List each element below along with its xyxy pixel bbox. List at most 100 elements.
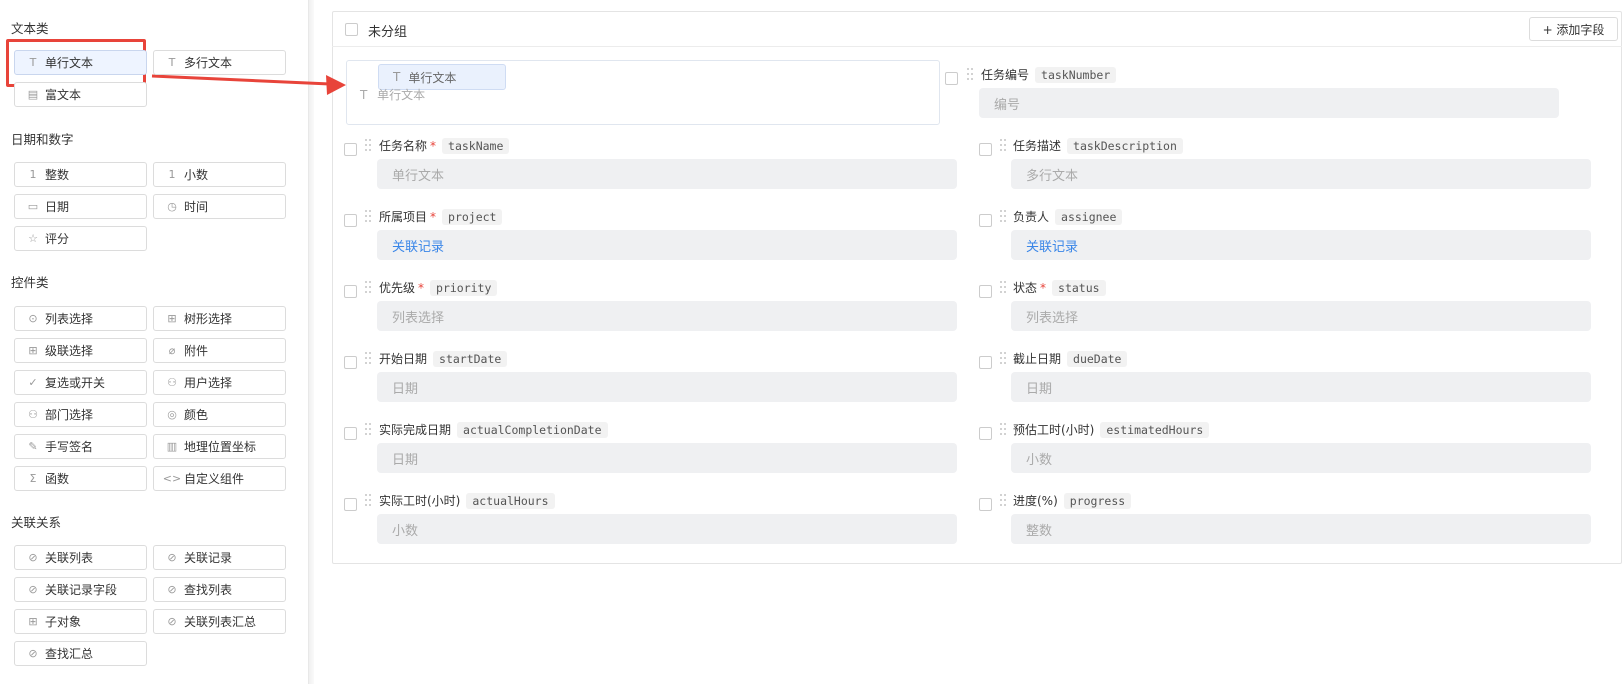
palette-item[interactable]: ⊞ 树形选择 — [153, 306, 286, 331]
palette-item[interactable]: ◎ 颜色 — [153, 402, 286, 427]
field-input[interactable]: 多行文本 — [1011, 159, 1591, 189]
field-select-checkbox[interactable] — [344, 143, 357, 156]
field-label: 实际工时(小时) actualHours — [379, 492, 555, 509]
palette-item[interactable]: ⊘ 查找列表 — [153, 577, 286, 602]
palette-item[interactable]: ⊘ 关联列表 — [14, 545, 147, 570]
drag-handle-icon[interactable] — [1000, 210, 1006, 224]
drag-handle-icon[interactable] — [365, 494, 371, 508]
field-select-checkbox[interactable] — [344, 285, 357, 298]
palette-item[interactable]: ✓ 复选或开关 — [14, 370, 147, 395]
palette-item[interactable]: ▭ 日期 — [14, 194, 147, 219]
field-select-checkbox[interactable] — [979, 427, 992, 440]
palette-item-label: 关联记录字段 — [45, 583, 118, 597]
field-input[interactable]: 关联记录 — [1011, 230, 1591, 260]
field-name: 负责人 — [1013, 210, 1050, 224]
field-input[interactable]: 小数 — [377, 514, 957, 544]
group-header — [332, 11, 1622, 47]
field-select-checkbox[interactable] — [344, 498, 357, 511]
field-code: priority — [430, 279, 498, 296]
drag-handle-icon[interactable] — [365, 139, 371, 153]
field-input[interactable]: 日期 — [1011, 372, 1591, 402]
palette-item[interactable]: ▤ 富文本 — [14, 82, 147, 107]
field-input[interactable]: 小数 — [1011, 443, 1591, 473]
palette-item[interactable]: Σ 函数 — [14, 466, 147, 491]
palette-item[interactable]: ⚇ 部门选择 — [14, 402, 147, 427]
code-icon: <> — [162, 472, 182, 485]
map-icon: ▥ — [166, 440, 178, 453]
drag-handle-icon[interactable] — [1000, 423, 1006, 437]
text-t-icon: T — [168, 56, 176, 69]
palette-item-label: 评分 — [45, 232, 70, 246]
drag-handle-icon[interactable] — [365, 281, 371, 295]
field-select-checkbox[interactable] — [945, 72, 958, 85]
add-field-button[interactable]: + 添加字段 — [1529, 17, 1618, 41]
drag-handle-icon[interactable] — [967, 68, 973, 82]
field-input[interactable]: 单行文本 — [377, 159, 957, 189]
palette-item[interactable]: ⊘ 关联记录 — [153, 545, 286, 570]
field-code: progress — [1063, 492, 1132, 509]
palette-item-label: 级联选择 — [45, 344, 94, 358]
field-select-checkbox[interactable] — [979, 285, 992, 298]
drop-placeholder-label: 单行文本 — [377, 88, 426, 102]
palette-item[interactable]: ⊞ 子对象 — [14, 609, 147, 634]
drag-handle-icon[interactable] — [1000, 281, 1006, 295]
field-code: taskName — [442, 137, 510, 154]
field-code: taskNumber — [1035, 66, 1117, 83]
field-select-checkbox[interactable] — [979, 356, 992, 369]
field-label: 截止日期 dueDate — [1013, 350, 1128, 367]
field-label: 状态 * status — [1013, 279, 1106, 296]
palette-item[interactable]: ⊙ 列表选择 — [14, 306, 147, 331]
palette-item[interactable]: ⊘ 查找汇总 — [14, 641, 147, 666]
palette-item[interactable]: ⚇ 用户选择 — [153, 370, 286, 395]
field-select-checkbox[interactable] — [344, 214, 357, 227]
drag-handle-icon[interactable] — [1000, 352, 1006, 366]
field-label: 所属项目 * project — [379, 208, 503, 225]
drag-handle-icon[interactable] — [1000, 139, 1006, 153]
palette-item[interactable]: ◷ 时间 — [153, 194, 286, 219]
palette-item[interactable]: 1 小数 — [153, 162, 286, 187]
field-label: 任务描述 taskDescription — [1013, 137, 1183, 154]
field-name: 所属项目 — [379, 210, 428, 224]
drag-handle-icon[interactable] — [365, 210, 371, 224]
field-code: actualCompletionDate — [457, 421, 608, 438]
pen-icon: ✎ — [28, 440, 38, 453]
palette-item[interactable]: T 多行文本 — [153, 50, 286, 75]
palette-item[interactable]: ⊞ 级联选择 — [14, 338, 147, 363]
field-select-checkbox[interactable] — [979, 498, 992, 511]
field-code: project — [442, 208, 503, 225]
field-select-checkbox[interactable] — [979, 143, 992, 156]
palette-item[interactable]: ⌀ 附件 — [153, 338, 286, 363]
palette-item-label: 手写签名 — [45, 440, 94, 454]
palette-icon: ◎ — [167, 408, 177, 421]
field-input[interactable]: 列表选择 — [1011, 301, 1591, 331]
field-input[interactable]: 编号 — [979, 88, 1559, 118]
field-input[interactable]: 日期 — [377, 372, 957, 402]
field-select-checkbox[interactable] — [979, 214, 992, 227]
palette-item[interactable]: ⊘ 关联记录字段 — [14, 577, 147, 602]
field-input[interactable]: 整数 — [1011, 514, 1591, 544]
drag-handle-icon[interactable] — [365, 352, 371, 366]
field-select-checkbox[interactable] — [344, 427, 357, 440]
field-input[interactable]: 列表选择 — [377, 301, 957, 331]
palette-item[interactable]: ⊘ 关联列表汇总 — [153, 609, 286, 634]
field-input[interactable]: 关联记录 — [377, 230, 957, 260]
palette-item-label: 关联列表汇总 — [184, 615, 257, 629]
cascade-icon: ⊞ — [28, 344, 38, 357]
palette-item[interactable]: ☆ 评分 — [14, 226, 147, 251]
drag-handle-icon[interactable] — [1000, 494, 1006, 508]
palette-item[interactable]: ▥ 地理位置坐标 — [153, 434, 286, 459]
field-name: 实际完成日期 — [379, 423, 452, 437]
group-select-checkbox[interactable] — [345, 23, 358, 36]
field-select-checkbox[interactable] — [344, 356, 357, 369]
palette-item[interactable]: T 单行文本 — [14, 50, 147, 75]
calendar-icon: ▭ — [27, 200, 39, 213]
palette-item[interactable]: 1 整数 — [14, 162, 147, 187]
palette-item[interactable]: <> 自定义组件 — [153, 466, 286, 491]
text-t-icon: T — [29, 56, 37, 69]
field-name: 开始日期 — [379, 352, 428, 366]
drag-handle-icon[interactable] — [365, 423, 371, 437]
required-marker: * — [418, 280, 425, 295]
field-input[interactable]: 日期 — [377, 443, 957, 473]
palette-item[interactable]: ✎ 手写签名 — [14, 434, 147, 459]
sub-object-icon: ⊞ — [28, 615, 38, 628]
